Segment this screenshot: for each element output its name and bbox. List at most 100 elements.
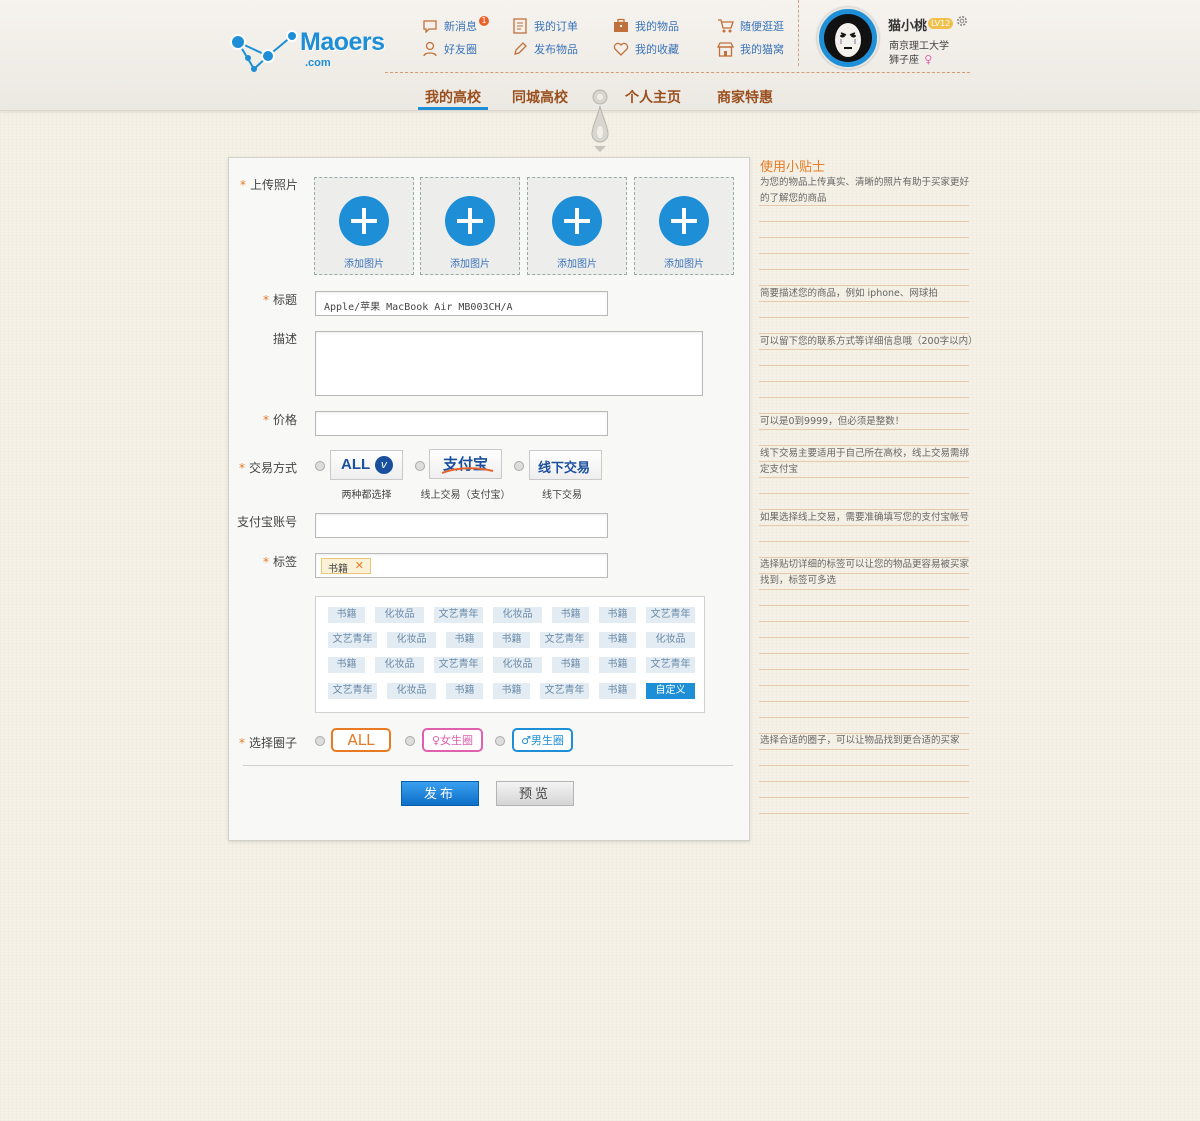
tag-option[interactable]: 书籍 [599,683,636,699]
tag-option[interactable]: 书籍 [599,607,636,623]
alipay-swoosh-icon [441,467,494,474]
logo-name[interactable]: Maoers [300,28,385,57]
circle-radio-all[interactable] [315,736,325,746]
nav-active-indicator [418,107,488,110]
tag-option[interactable]: 化妆品 [493,657,542,673]
trade-radio-offline[interactable] [514,461,524,471]
header-link-label: 我的订单 [534,19,578,33]
tag-option[interactable]: 文艺青年 [434,607,483,623]
tag-option[interactable]: 化妆品 [646,632,695,648]
tips-lined-paper [759,190,969,815]
header-link-browse[interactable]: 随便逛逛 [717,17,784,34]
trade-option-alipay[interactable]: 支付宝 [429,449,502,479]
logo-icon[interactable] [226,26,302,76]
title-input[interactable]: Apple/苹果 MacBook Air MB003CH/A [315,291,608,316]
trade-option-all[interactable]: ALL v [330,450,403,480]
chat-bubble-icon [421,17,438,34]
tag-option[interactable]: 化妆品 [387,632,436,648]
upload-slot[interactable]: 添加图片 [420,177,520,275]
header-link-publish[interactable]: 发布物品 [511,40,578,57]
custom-tag-button[interactable]: 自定义 [646,683,695,699]
tag-option[interactable]: 文艺青年 [646,607,695,623]
settings-gear-icon[interactable] [956,15,968,30]
user-name[interactable]: 猫小桃 [888,15,927,34]
tag-option[interactable]: 书籍 [446,632,483,648]
trade-radio-all[interactable] [315,461,325,471]
circle-radio-male[interactable] [495,736,505,746]
upload-slot-label: 添加图片 [664,259,704,270]
tag-option[interactable]: 书籍 [328,657,365,673]
preview-button[interactable]: 预览 [496,781,574,806]
header-link-my-items[interactable]: 我的物品 [612,17,679,34]
trade-caption-all: 两种都选择 [341,490,392,501]
publish-button[interactable]: 发布 [401,781,479,806]
upload-slot[interactable]: 添加图片 [314,177,414,275]
tip-upload: 为您的物品上传真实、清晰的照片有助于买家更好的了解您的商品 [760,177,970,204]
add-image-plus-icon [445,196,495,246]
header-link-favorites[interactable]: 我的收藏 [612,40,679,57]
selected-tag-label: 书籍 [328,564,348,575]
header-link-label: 好友圈 [444,42,477,56]
nav-my-school[interactable]: 我的高校 [425,87,481,107]
tag-option[interactable]: 文艺青年 [646,657,695,673]
tag-option[interactable]: 书籍 [599,632,636,648]
circle-option-male[interactable]: ♂男生圈 [512,728,573,752]
pencil-icon [511,40,528,57]
tag-option[interactable]: 化妆品 [493,607,542,623]
circle-radio-female[interactable] [405,736,415,746]
header-link-label: 随便逛逛 [740,19,784,33]
tag-option[interactable]: 书籍 [493,632,530,648]
upload-slot-label: 添加图片 [450,259,490,270]
tag-option[interactable]: 书籍 [552,607,589,623]
selected-tag-chip[interactable]: 书籍 ✕ [321,558,371,575]
tip-price: 可以是0到9999，但必须是整数！ [760,416,905,427]
description-label: 描述 [272,332,297,346]
trade-radio-alipay[interactable] [415,461,425,471]
logo-domain: .com [305,57,331,69]
nav-merchant-deals[interactable]: 商家特惠 [717,87,773,107]
tag-option[interactable]: 化妆品 [375,607,424,623]
tag-option[interactable]: 化妆品 [387,683,436,699]
tip-title: 简要描述您的商品，例如 iphone、网球拍 [760,288,938,299]
tag-option[interactable]: 书籍 [446,683,483,699]
tip-description: 可以留下您的联系方式等详细信息哦（200字以内） [760,336,978,347]
upload-slot[interactable]: 添加图片 [634,177,734,275]
trade-option-offline[interactable]: 线下交易 [529,450,602,480]
tag-option[interactable]: 文艺青年 [328,683,377,699]
header-link-label: 发布物品 [534,42,578,56]
nav-personal-home[interactable]: 个人主页 [625,87,681,107]
upload-slot-label: 添加图片 [557,259,597,270]
header-link-my-shop[interactable]: 我的猫窝 [717,40,784,57]
header-link-friends[interactable]: 好友圈 [421,40,477,57]
tag-option[interactable]: 文艺青年 [540,683,589,699]
tag-option[interactable]: 文艺青年 [434,657,483,673]
upload-label: * 上传照片 [239,178,298,192]
form-divider [243,765,733,766]
header-link-messages[interactable]: 新消息 1 [421,15,493,34]
add-image-plus-icon [339,196,389,246]
alipay-account-input[interactable] [315,513,608,538]
pendant-ornament-icon [591,89,609,152]
circle-option-female[interactable]: ♀女生圈 [422,728,483,752]
user-level-badge: LV12 [928,18,954,29]
upload-slot[interactable]: 添加图片 [527,177,627,275]
user-icon [421,40,438,57]
tag-option[interactable]: 书籍 [552,657,589,673]
avatar[interactable] [817,7,879,69]
nav-city-schools[interactable]: 同城高校 [512,87,568,107]
header-link-label: 新消息 [444,19,477,33]
tag-option[interactable]: 书籍 [328,607,365,623]
cart-icon [717,17,734,34]
price-input[interactable] [315,411,608,436]
tag-option[interactable]: 化妆品 [375,657,424,673]
tag-option[interactable]: 书籍 [599,657,636,673]
remove-tag-icon[interactable]: ✕ [355,559,364,572]
circle-option-all[interactable]: ALL [331,728,391,752]
trade-method-label: * 交易方式 [238,461,297,475]
header-link-orders[interactable]: 我的订单 [511,17,578,34]
description-textarea[interactable] [315,331,703,396]
message-count-badge: 1 [479,15,489,26]
tag-option[interactable]: 文艺青年 [328,632,377,648]
tag-option[interactable]: 书籍 [493,683,530,699]
tag-option[interactable]: 文艺青年 [540,632,589,648]
